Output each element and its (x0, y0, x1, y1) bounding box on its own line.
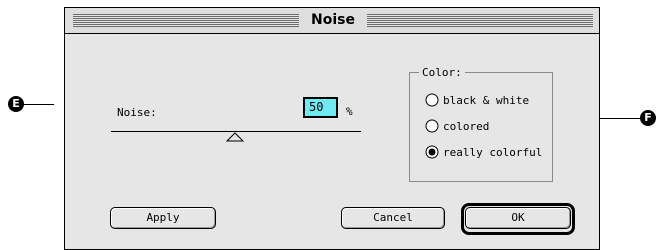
radio-label-really-colorful: really colorful (443, 145, 543, 159)
radio-label-colored: colored (443, 119, 490, 133)
noise-dialog: Noise Noise: 50 % Color: black & white c… (64, 7, 600, 250)
radio-selected-icon[interactable] (425, 145, 439, 159)
noise-label: Noise: (117, 106, 157, 119)
radio-label-black-white: black & white (443, 93, 530, 107)
radio-unselected-icon[interactable] (425, 93, 439, 107)
radio-option-really-colorful[interactable]: really colorful (425, 144, 542, 160)
title-bar-stripes-right (367, 14, 593, 27)
apply-button[interactable]: Apply (110, 207, 216, 229)
color-group-label: Color: (419, 66, 465, 79)
percent-symbol: % (346, 105, 353, 118)
dialog-title: Noise (311, 12, 355, 28)
ok-button[interactable]: OK (465, 207, 571, 229)
radio-option-colored[interactable]: colored (425, 118, 489, 134)
title-bar-stripes-left (73, 14, 299, 27)
noise-slider-thumb-icon[interactable] (226, 132, 244, 142)
radio-option-black-white[interactable]: black & white (425, 92, 529, 108)
title-bar[interactable]: Noise (65, 8, 599, 34)
cancel-button[interactable]: Cancel (341, 207, 445, 229)
callout-e-marker: E (8, 96, 24, 112)
callout-f-marker: F (640, 110, 656, 126)
noise-amount-input[interactable]: 50 (303, 97, 338, 118)
radio-unselected-icon[interactable] (425, 119, 439, 133)
